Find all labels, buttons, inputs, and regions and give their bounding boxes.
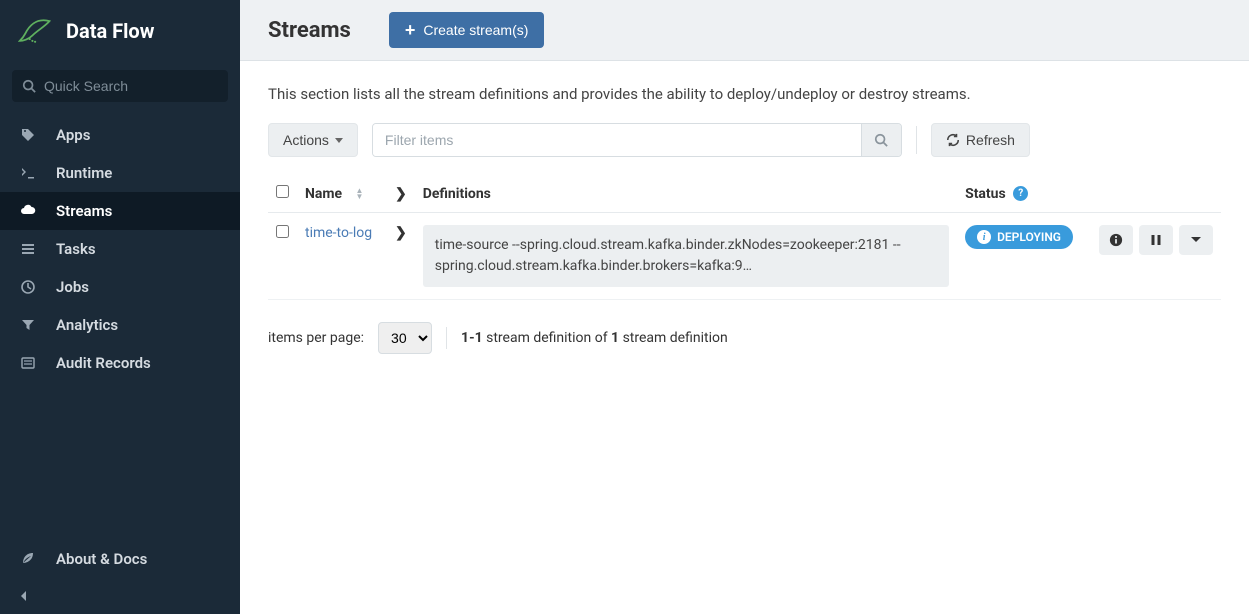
tag-icon bbox=[18, 127, 38, 143]
table-row: time-to-log ❯ time-source --spring.cloud… bbox=[268, 213, 1221, 300]
expand-all-toggle[interactable]: ❯ bbox=[395, 186, 407, 202]
main: Streams + Create stream(s) This section … bbox=[240, 0, 1249, 614]
col-definitions-header: Definitions bbox=[415, 175, 957, 213]
cloud-icon bbox=[18, 203, 38, 219]
pager-range: 1-1 bbox=[461, 330, 483, 346]
clock-icon bbox=[18, 279, 38, 295]
records-icon bbox=[18, 355, 38, 371]
sidebar: Data Flow Apps Runtime Streams Tasks Job… bbox=[0, 0, 240, 614]
pager-label: items per page: bbox=[268, 330, 364, 346]
plus-icon: + bbox=[405, 21, 416, 39]
actions-label: Actions bbox=[283, 132, 329, 148]
status-badge: i DEPLOYING bbox=[965, 225, 1073, 249]
pager: items per page: 30 1-1 stream definition… bbox=[268, 322, 1221, 354]
chevron-down-icon bbox=[1189, 233, 1203, 247]
create-stream-label: Create stream(s) bbox=[423, 22, 528, 38]
sidebar-item-about[interactable]: About & Docs bbox=[0, 540, 240, 578]
sort-icon[interactable]: ▲▼ bbox=[356, 188, 364, 200]
content: This section lists all the stream defini… bbox=[240, 61, 1249, 378]
leaf-icon bbox=[18, 551, 38, 567]
sidebar-item-tasks[interactable]: Tasks bbox=[0, 230, 240, 268]
sidebar-item-label: Analytics bbox=[56, 316, 118, 334]
sidebar-item-label: About & Docs bbox=[56, 550, 147, 568]
main-nav: Apps Runtime Streams Tasks Jobs Analytic… bbox=[0, 116, 240, 382]
info-icon bbox=[1109, 233, 1123, 247]
stream-name-link[interactable]: time-to-log bbox=[305, 225, 372, 241]
definition-text: time-source --spring.cloud.stream.kafka.… bbox=[423, 225, 949, 287]
divider bbox=[446, 327, 447, 349]
sidebar-item-runtime[interactable]: Runtime bbox=[0, 154, 240, 192]
sidebar-item-label: Tasks bbox=[56, 240, 96, 258]
row-expand-toggle[interactable]: ❯ bbox=[395, 225, 407, 241]
sidebar-item-label: Apps bbox=[56, 126, 90, 144]
sidebar-footer: About & Docs bbox=[0, 540, 240, 614]
more-actions-button[interactable] bbox=[1179, 225, 1213, 255]
select-all-checkbox[interactable] bbox=[276, 185, 289, 198]
list-icon bbox=[18, 241, 38, 257]
details-button[interactable] bbox=[1099, 225, 1133, 255]
sidebar-item-label: Streams bbox=[56, 202, 112, 220]
chevron-left-icon bbox=[18, 590, 30, 602]
filter-box bbox=[372, 123, 902, 157]
caret-down-icon bbox=[335, 138, 343, 143]
pause-icon bbox=[1150, 234, 1162, 246]
info-icon: i bbox=[977, 230, 991, 244]
streams-table: Name ▲▼ ❯ Definitions Status ? bbox=[268, 175, 1221, 300]
sidebar-header: Data Flow bbox=[0, 0, 240, 62]
col-name-header[interactable]: Name bbox=[305, 186, 342, 202]
refresh-icon bbox=[946, 133, 960, 147]
terminal-icon bbox=[18, 165, 38, 181]
row-checkbox[interactable] bbox=[276, 225, 289, 238]
create-stream-button[interactable]: + Create stream(s) bbox=[389, 12, 545, 48]
col-status-header: Status bbox=[965, 186, 1006, 202]
quick-search-input[interactable] bbox=[44, 78, 218, 94]
search-icon bbox=[874, 133, 888, 147]
section-description: This section lists all the stream defini… bbox=[268, 85, 1221, 103]
sidebar-item-apps[interactable]: Apps bbox=[0, 116, 240, 154]
sidebar-item-streams[interactable]: Streams bbox=[0, 192, 240, 230]
toolbar: Actions Refresh bbox=[268, 123, 1221, 157]
page-title: Streams bbox=[268, 18, 351, 43]
filter-input[interactable] bbox=[373, 124, 861, 156]
pager-total: 1 bbox=[611, 330, 619, 346]
sidebar-item-label: Runtime bbox=[56, 164, 112, 182]
sidebar-item-audit[interactable]: Audit Records bbox=[0, 344, 240, 382]
row-actions bbox=[1099, 225, 1213, 255]
quick-search[interactable] bbox=[12, 70, 228, 102]
status-help-icon[interactable]: ? bbox=[1013, 186, 1028, 201]
actions-dropdown[interactable]: Actions bbox=[268, 123, 358, 157]
brand-name: Data Flow bbox=[66, 19, 154, 43]
sidebar-item-jobs[interactable]: Jobs bbox=[0, 268, 240, 306]
refresh-button[interactable]: Refresh bbox=[931, 123, 1030, 157]
items-per-page-select[interactable]: 30 bbox=[378, 322, 432, 354]
logo-icon bbox=[18, 16, 54, 46]
status-label: DEPLOYING bbox=[997, 230, 1061, 244]
divider bbox=[916, 126, 917, 154]
sidebar-item-label: Audit Records bbox=[56, 354, 151, 372]
pager-summary: 1-1 stream definition of 1 stream defini… bbox=[461, 330, 728, 346]
filter-icon bbox=[18, 317, 38, 333]
topbar: Streams + Create stream(s) bbox=[240, 0, 1249, 61]
sidebar-item-label: Jobs bbox=[56, 278, 89, 296]
sidebar-item-analytics[interactable]: Analytics bbox=[0, 306, 240, 344]
undeploy-button[interactable] bbox=[1139, 225, 1173, 255]
search-icon bbox=[22, 79, 36, 93]
refresh-label: Refresh bbox=[966, 132, 1015, 148]
collapse-sidebar-button[interactable] bbox=[0, 578, 240, 614]
filter-search-button[interactable] bbox=[861, 124, 901, 156]
